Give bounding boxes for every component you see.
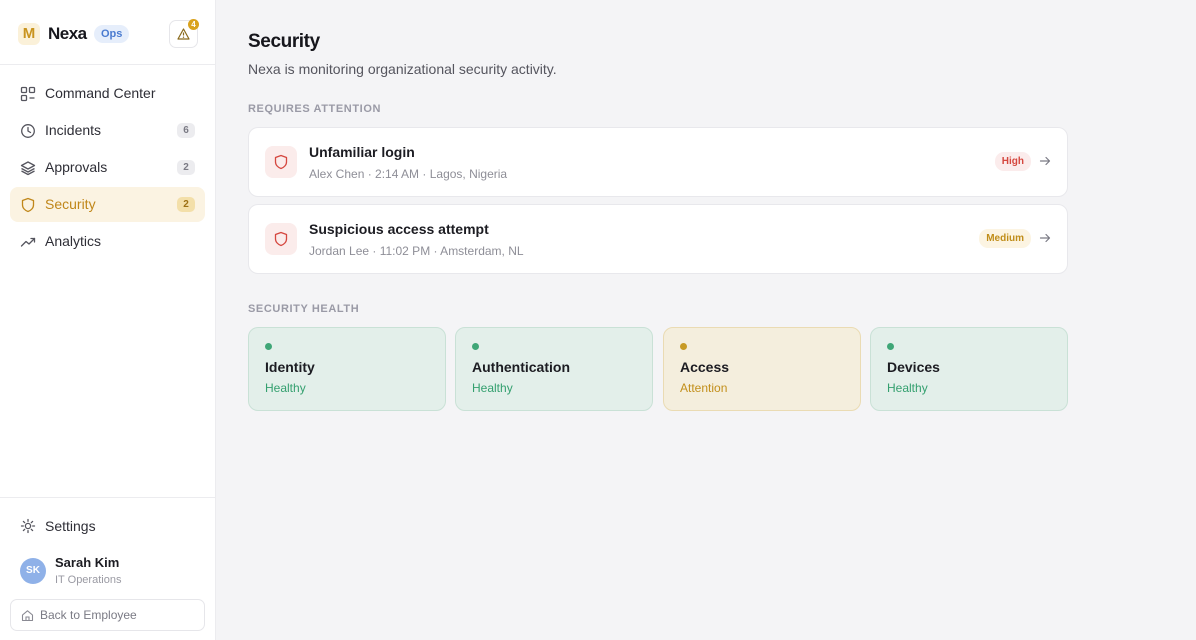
status-dot [887,343,894,350]
alert-card[interactable]: Unfamiliar login Alex Chen · 2:14 AM · L… [248,127,1068,197]
home-icon [21,610,34,622]
shield-alert-icon [274,154,288,170]
health-name: Devices [887,359,940,375]
user-profile[interactable]: SK Sarah Kim IT Operations [20,554,205,590]
status-dot [472,343,479,350]
sidebar-item-label: Approvals [45,159,108,175]
avatar: SK [20,558,46,584]
brand-name: Nexa [48,24,87,43]
requires-attention-heading: REQUIRES ATTENTION [248,103,382,115]
health-status: Attention [680,381,728,395]
status-dot [265,343,272,350]
shield-alert-icon [274,231,288,247]
sidebar-item-approvals[interactable]: Approvals 2 [10,150,205,185]
user-name: Sarah Kim [55,555,120,570]
arrow-right-icon[interactable] [1039,232,1051,244]
trend-icon [20,237,36,247]
sidebar-item-command-center[interactable]: Command Center [10,76,205,111]
alert-meta: Jordan Lee · 11:02 PM · Amsterdam, NL [309,244,524,258]
arrow-right-icon[interactable] [1039,155,1051,167]
layers-icon [20,161,36,176]
alert-icon-box [265,146,297,178]
health-name: Identity [265,359,315,375]
incidents-count-badge: 6 [177,123,195,138]
health-name: Access [680,359,730,375]
page-title: Security [248,31,320,52]
sidebar-item-label: Security [45,196,96,212]
back-to-employee-button[interactable]: Back to Employee [10,599,205,631]
page-subtitle: Nexa is monitoring organizational securi… [248,61,557,77]
health-name: Authentication [472,359,570,375]
alerts-button[interactable]: 4 [169,19,199,48]
sidebar-item-analytics[interactable]: Analytics [10,224,205,259]
sidebar-item-label: Analytics [45,233,102,249]
brand-header: M Nexa Ops 4 [0,0,215,65]
sidebar-item-incidents[interactable]: Incidents 6 [10,113,205,148]
health-status: Healthy [887,381,928,395]
approvals-count-badge: 2 [177,160,195,175]
shield-icon [21,197,35,213]
sidebar-item-settings[interactable]: Settings [10,509,205,542]
sidebar: M Nexa Ops 4 Command Center Incidents 6 [0,0,216,640]
alert-icon-box [265,223,297,255]
alert-title: Unfamiliar login [309,144,415,160]
user-role: IT Operations [55,574,122,586]
health-card-authentication[interactable]: Authentication Healthy [455,327,653,411]
health-status: Healthy [265,381,306,395]
brand-logo: M [18,23,40,45]
warning-icon [177,28,190,40]
main-content: Security Nexa is monitoring organization… [248,0,1068,640]
alert-card[interactable]: Suspicious access attempt Jordan Lee · 1… [248,204,1068,274]
settings-label: Settings [45,518,96,534]
status-dot [680,343,687,350]
back-label: Back to Employee [40,608,137,622]
health-card-access[interactable]: Access Attention [663,327,861,411]
grid-icon [20,86,36,102]
gear-icon [20,518,36,534]
alerts-count-badge: 4 [188,19,199,30]
sidebar-item-label: Command Center [45,85,156,101]
sidebar-item-label: Incidents [45,122,102,138]
sidebar-footer: Settings SK Sarah Kim IT Operations Back… [0,497,215,640]
security-health-heading: SECURITY HEALTH [248,303,360,315]
security-count-badge: 2 [177,197,195,212]
sidebar-item-security[interactable]: Security 2 [10,187,205,222]
health-card-devices[interactable]: Devices Healthy [870,327,1068,411]
health-card-identity[interactable]: Identity Healthy [248,327,446,411]
brand-badge: Ops [94,25,130,43]
severity-badge: High [994,152,1031,171]
health-status: Healthy [472,381,513,395]
clock-icon [21,124,35,138]
alert-title: Suspicious access attempt [309,221,489,237]
alert-meta: Alex Chen · 2:14 AM · Lagos, Nigeria [309,167,508,181]
severity-badge: Medium [979,229,1031,248]
